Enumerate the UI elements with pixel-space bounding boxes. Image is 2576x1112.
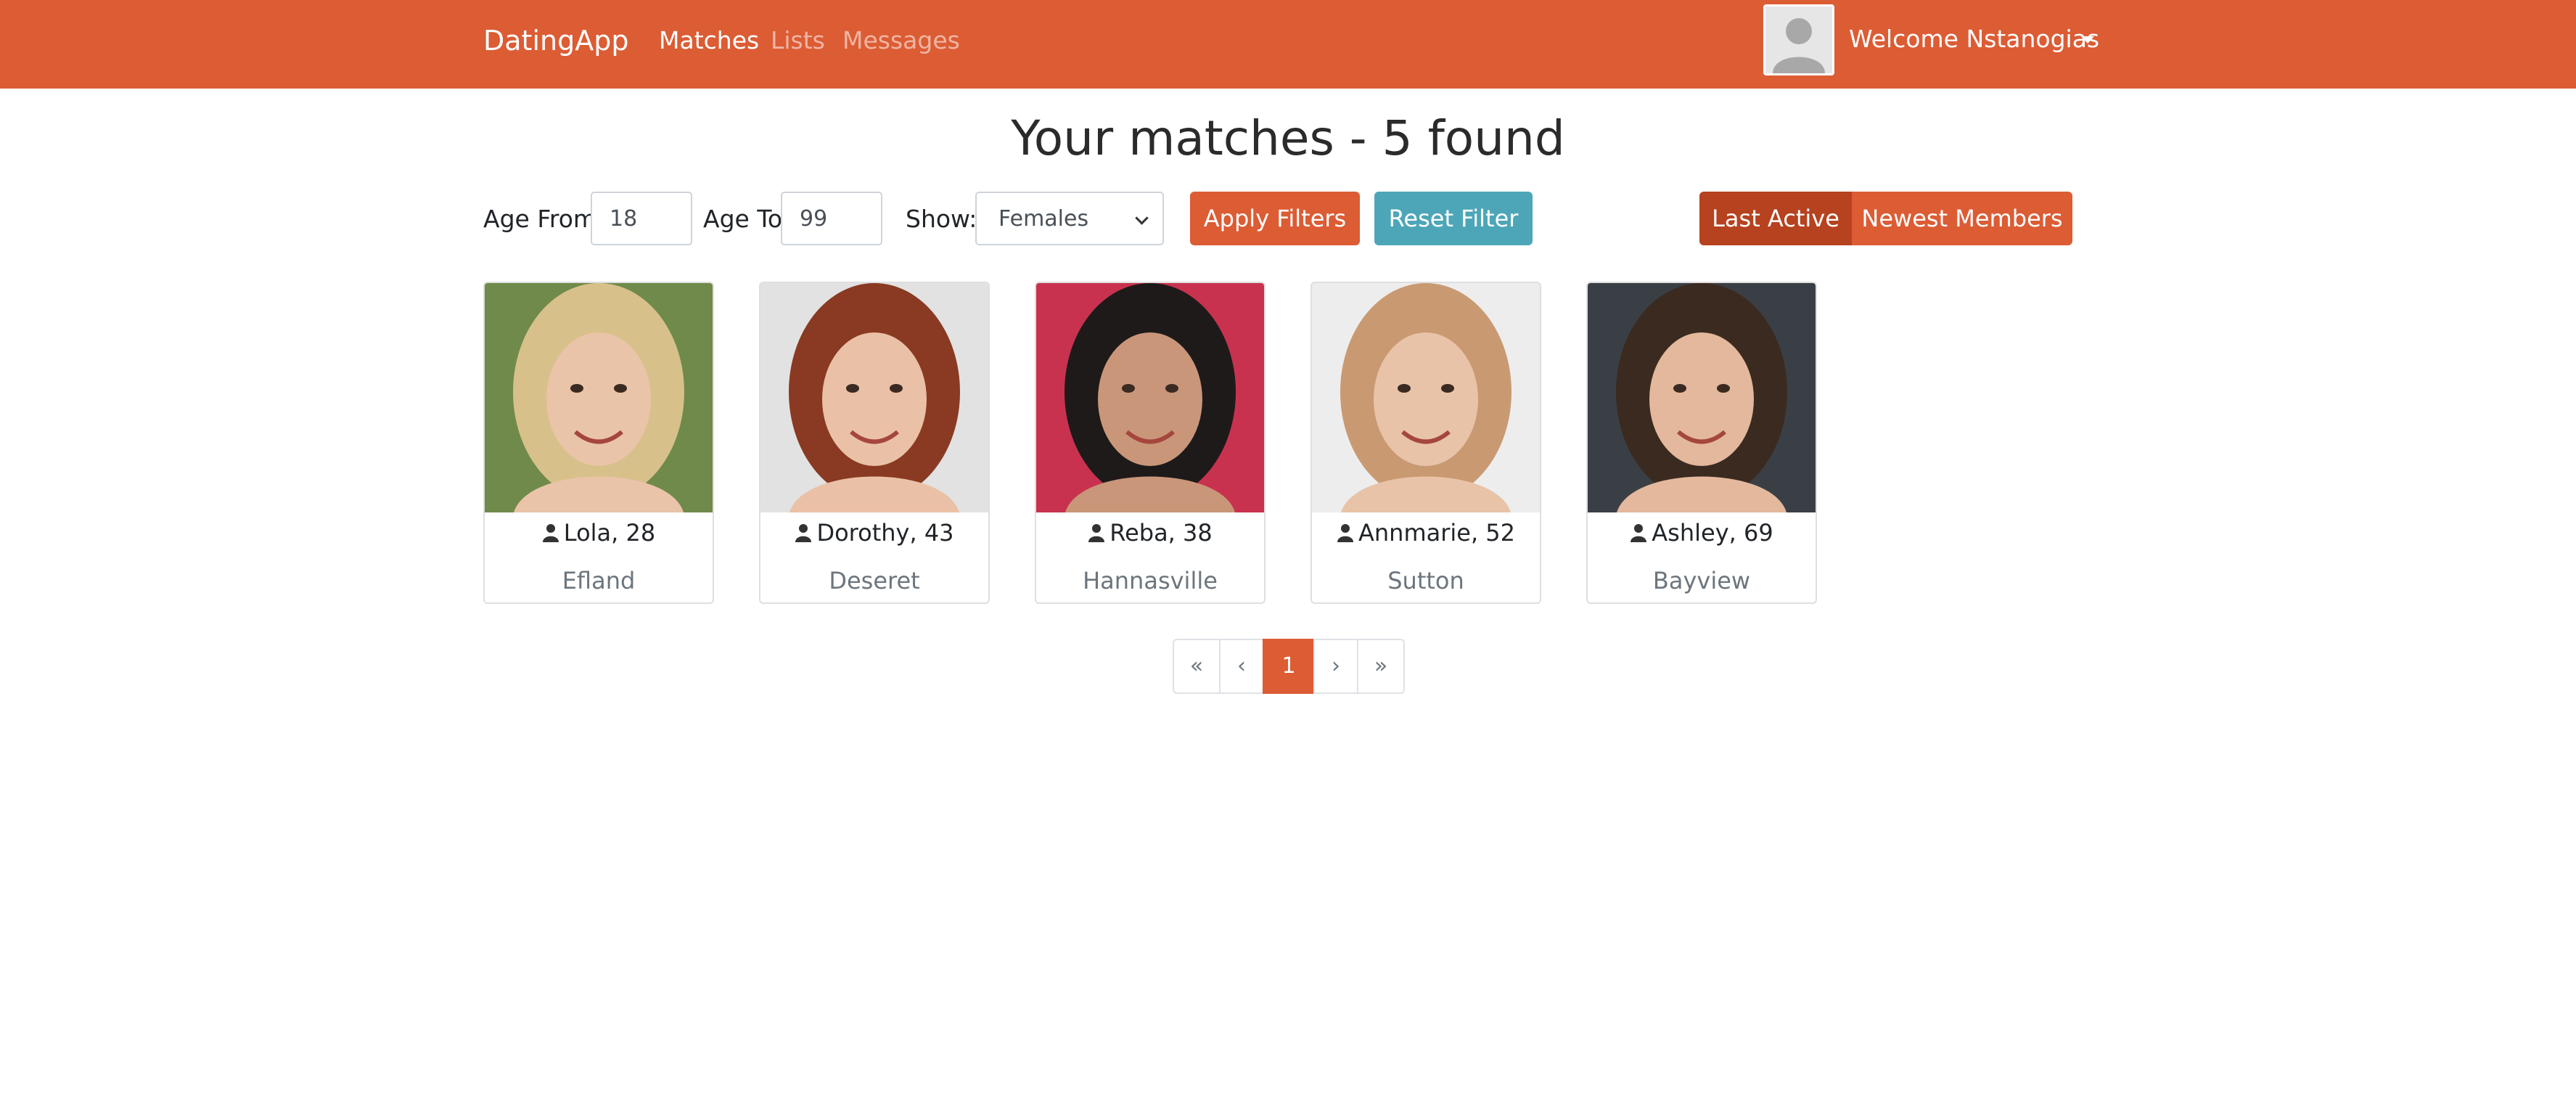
- member-city: Efland: [562, 567, 636, 594]
- pagination-page-1[interactable]: 1: [1263, 639, 1315, 694]
- user-icon: [1088, 524, 1105, 542]
- nav-link-messages[interactable]: Messages: [842, 25, 960, 57]
- sort-last-active-button[interactable]: Last Active: [1699, 192, 1852, 245]
- reset-filter-button[interactable]: Reset Filter: [1374, 192, 1533, 245]
- avatar[interactable]: [1763, 4, 1834, 75]
- nav-link-lists[interactable]: Lists: [771, 25, 825, 57]
- gender-select-value: Females: [998, 206, 1089, 232]
- member-name: Reba, 38: [1109, 519, 1213, 547]
- member-name: Lola, 28: [563, 519, 656, 547]
- member-photo[interactable]: [1588, 283, 1816, 512]
- member-card[interactable]: Dorothy, 43 Deseret: [759, 282, 990, 604]
- portrait-image: [485, 283, 713, 512]
- age-to-input[interactable]: [781, 192, 882, 245]
- pagination-first-button[interactable]: «: [1173, 639, 1221, 694]
- member-photo[interactable]: [1312, 283, 1540, 512]
- member-name: Dorothy, 43: [816, 519, 954, 547]
- member-photo[interactable]: [485, 283, 713, 512]
- welcome-dropdown[interactable]: Welcome Nstanogias: [1849, 23, 2099, 55]
- nav-link-matches[interactable]: Matches: [659, 25, 759, 57]
- gender-select[interactable]: Females: [975, 192, 1164, 245]
- member-card[interactable]: Reba, 38 Hannasville: [1035, 282, 1266, 604]
- age-from-label: Age From: [483, 205, 597, 233]
- member-name: Ashley, 69: [1652, 519, 1773, 547]
- age-from-input[interactable]: [591, 192, 692, 245]
- pagination-last-button[interactable]: »: [1357, 639, 1405, 694]
- chevron-down-icon: [1135, 211, 1149, 225]
- user-icon: [795, 524, 812, 542]
- default-user-icon: [1765, 7, 1832, 73]
- portrait-image: [1588, 283, 1816, 512]
- portrait-image: [760, 283, 988, 512]
- page-title: Your matches - 5 found: [1011, 110, 1565, 166]
- member-city: Bayview: [1652, 567, 1751, 594]
- member-city: Hannasville: [1083, 567, 1218, 594]
- member-photo[interactable]: [760, 283, 988, 512]
- pagination-next-button[interactable]: ›: [1313, 639, 1358, 694]
- user-icon: [1630, 524, 1647, 542]
- member-card[interactable]: Annmarie, 52 Sutton: [1310, 282, 1541, 604]
- age-to-label: Age To: [703, 205, 783, 233]
- portrait-image: [1312, 283, 1540, 512]
- user-icon: [542, 524, 559, 542]
- member-card[interactable]: Ashley, 69 Bayview: [1586, 282, 1817, 604]
- member-city: Deseret: [829, 567, 920, 594]
- portrait-image: [1036, 283, 1264, 512]
- show-label: Show:: [906, 205, 977, 233]
- member-name: Annmarie, 52: [1358, 519, 1516, 547]
- navbar: DatingApp Matches Lists Messages Welcome…: [0, 0, 2576, 89]
- member-city: Sutton: [1387, 567, 1464, 594]
- member-photo[interactable]: [1036, 283, 1264, 512]
- apply-filters-button[interactable]: Apply Filters: [1190, 192, 1360, 245]
- member-card[interactable]: Lola, 28 Efland: [483, 282, 714, 604]
- sort-newest-members-button[interactable]: Newest Members: [1852, 192, 2072, 245]
- chevron-down-icon[interactable]: [2081, 36, 2094, 44]
- brand-logo[interactable]: DatingApp: [483, 22, 628, 60]
- user-icon: [1337, 524, 1353, 542]
- pagination-previous-button[interactable]: ‹: [1219, 639, 1264, 694]
